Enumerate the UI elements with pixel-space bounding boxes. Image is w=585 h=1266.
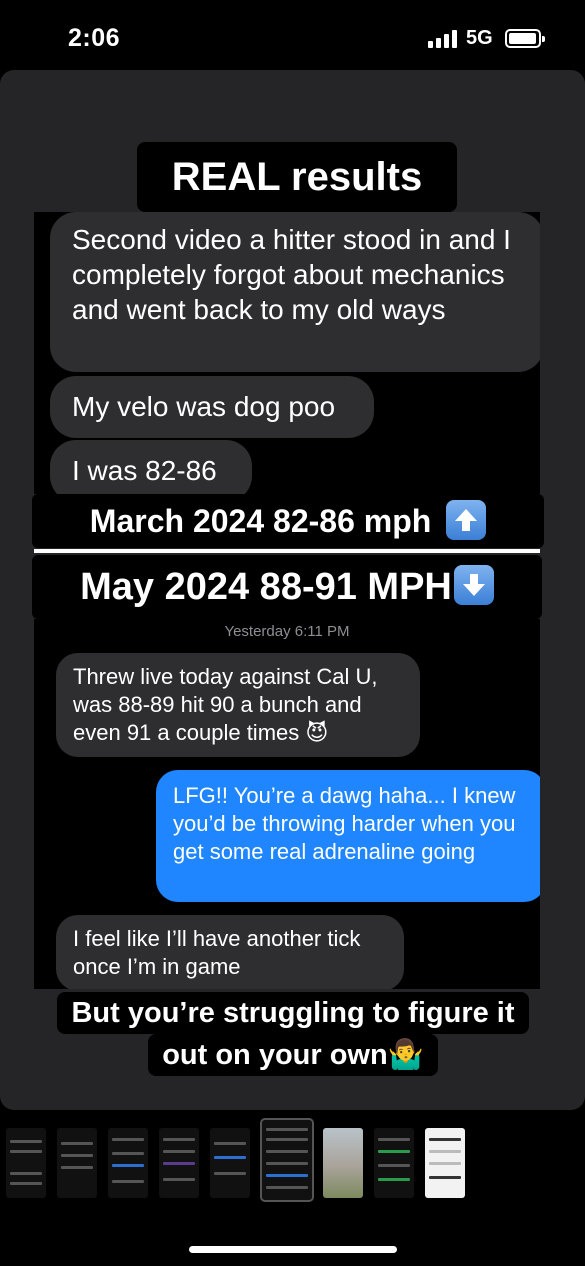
story-thumbnail[interactable] [210,1128,250,1198]
battery-icon [505,29,545,48]
message-bubble-received: Threw live today against Cal U, was 88-8… [56,653,420,757]
message-bubble-received: Second video a hitter stood in and I com… [50,212,540,372]
caption-title: REAL results [137,142,457,212]
message-timestamp: Yesterday 6:11 PM [224,623,350,640]
story-thumbnail[interactable] [6,1128,46,1198]
up-arrow-emoji-icon [446,499,487,540]
caption-bottom-line2: out on your own🤷‍♂️ [148,1034,438,1076]
chat-screenshot-before: Second video a hitter stood in and I com… [34,212,540,494]
caption-bottom: But you’re struggling to figure it out o… [38,992,548,1080]
down-arrow-emoji-icon [453,564,494,605]
caption-march-text: March 2024 82-86 mph [89,503,432,539]
story-thumbnail-current[interactable] [260,1118,314,1202]
network-type: 5G [466,27,493,49]
story-thumbnail[interactable] [108,1128,148,1198]
home-indicator[interactable] [189,1246,397,1253]
story-thumbnail[interactable] [374,1128,414,1198]
message-bubble-received: My velo was dog poo [50,376,374,438]
message-bubble-received: I feel like I’ll have another tick once … [56,915,404,989]
caption-may: May 2024 88-91 MPH [32,555,542,619]
story-thumbnail[interactable] [57,1128,97,1198]
caption-may-text: May 2024 88-91 MPH [80,566,452,608]
status-bar: 2:06 5G [0,0,585,70]
caption-march: March 2024 82-86 mph [32,494,544,548]
story-thumbnail[interactable] [159,1128,199,1198]
cellular-signal-icon [428,30,458,48]
story-thumbnail-strip [0,1118,585,1202]
story-thumbnail[interactable] [323,1128,363,1198]
chat-screenshot-after: Yesterday 6:11 PM Threw live today again… [34,619,540,989]
story-thumbnail[interactable] [425,1128,465,1198]
message-bubble-received: I was 82-86 [50,440,252,494]
status-time: 2:06 [68,24,121,52]
caption-bottom-line1: But you’re struggling to figure it [57,992,529,1034]
divider [34,549,540,553]
message-bubble-sent: LFG!! You’re a dawg haha... I knew you’d… [156,770,540,902]
